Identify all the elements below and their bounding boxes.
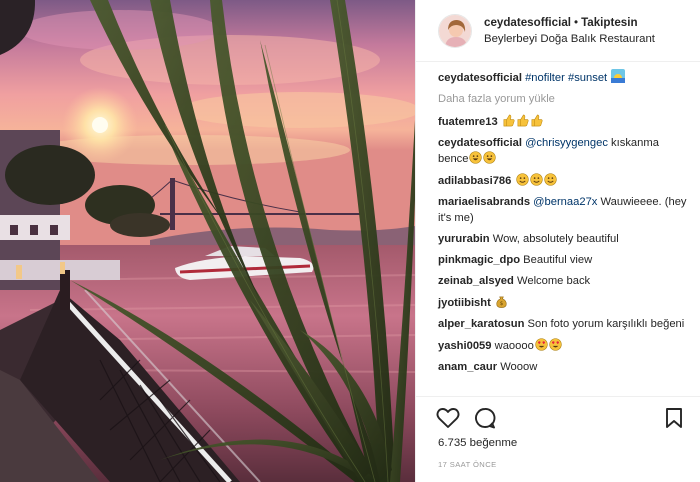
comment-text: Wooow <box>500 360 538 373</box>
grin-icon <box>469 151 483 164</box>
caption-hashtags[interactable]: #nofilter #sunset <box>525 72 607 84</box>
comment-item: alper_karatosun Son foto yorum karşılıkl… <box>438 317 690 333</box>
thumbs-up-icon <box>517 114 529 126</box>
comment-mention[interactable]: @chrisyygengec <box>525 137 608 149</box>
comment-text: Son foto yorum karşılıklı beğeni <box>527 317 685 330</box>
comment-item: zeinab_alsyed Welcome back <box>438 274 690 290</box>
comment-item: yururabin Wow, absolutely beautiful <box>438 232 690 248</box>
likes-count[interactable]: 6.735 beğenme <box>438 437 517 449</box>
follow-status[interactable]: Takiptesin <box>581 16 637 29</box>
post-side-panel: ceydatesofficial • Takiptesin Beylerbeyi D… <box>415 0 700 482</box>
post-location[interactable]: Beylerbeyi Doğa Balık Restaurant <box>484 31 655 48</box>
smile-icon <box>515 173 529 186</box>
heart-eyes-icon <box>535 337 548 351</box>
caption: ceydatesofficial #nofilter #sunset <box>438 69 690 87</box>
money-bag-icon: $ <box>496 296 507 308</box>
smile-icon <box>529 173 543 186</box>
author-username[interactable]: ceydatesofficial <box>484 16 571 29</box>
comment-username[interactable]: anam_caur <box>438 361 497 373</box>
comment-username[interactable]: fuatemre13 <box>438 116 498 128</box>
header-separator: • <box>574 15 579 29</box>
comment-icon[interactable] <box>474 407 496 429</box>
header-text: ceydatesofficial • Takiptesin Beylerbeyi D… <box>484 14 655 48</box>
comment-item: mariaelisabrands @bernaa27x Wauwieeee. (… <box>438 195 690 226</box>
comments-list: ceydatesofficial #nofilter #sunset Daha … <box>438 69 690 381</box>
comment-item: anam_caur Wooow <box>438 360 690 376</box>
load-more-comments[interactable]: Daha fazla yorum yükle <box>438 92 690 108</box>
comment-text: Wow, absolutely beautiful <box>492 232 619 245</box>
comment-text: waoooo <box>494 339 534 352</box>
comment-username[interactable]: pinkmagic_dpo <box>438 254 520 266</box>
thumbs-up-icon <box>531 114 543 126</box>
comment-item: jyotiibisht $ <box>438 295 690 312</box>
comment-username[interactable]: ceydatesofficial <box>438 137 522 149</box>
comment-item: ceydatesofficial @chrisyygengec kıskanma… <box>438 136 690 168</box>
sunset-icon <box>611 69 626 83</box>
post-actions: 6.735 beğenme 17 SAAT ÖNCE <box>416 396 700 482</box>
post-timestamp: 17 SAAT ÖNCE <box>438 460 497 469</box>
svg-text:$: $ <box>500 301 504 307</box>
post-header: ceydatesofficial • Takiptesin Beylerbeyi D… <box>416 0 700 62</box>
bookmark-icon[interactable] <box>665 407 683 429</box>
comment-text: Welcome back <box>516 274 591 287</box>
comment-username[interactable]: alper_karatosun <box>438 318 524 330</box>
thumbs-up-icon <box>503 114 515 126</box>
instagram-post-view: ceydatesofficial • Takiptesin Beylerbeyi D… <box>0 0 700 482</box>
comment-username[interactable]: zeinab_alsyed <box>438 275 514 287</box>
comment-username[interactable]: yashi0059 <box>438 340 492 352</box>
caption-username[interactable]: ceydatesofficial <box>438 72 522 84</box>
comment-username[interactable]: mariaelisabrands <box>438 196 530 208</box>
comment-item: yashi0059 waoooo <box>438 337 690 355</box>
heart-eyes-icon <box>549 337 562 351</box>
thumbs-up-icon <box>501 114 543 128</box>
comment-username[interactable]: jyotiibisht <box>438 297 491 309</box>
comment-item: pinkmagic_dpo Beautiful view <box>438 253 690 269</box>
sunset-photo-illustration <box>0 0 415 482</box>
post-photo[interactable] <box>0 0 415 482</box>
comment-username[interactable]: yururabin <box>438 233 490 245</box>
author-avatar[interactable] <box>438 13 472 48</box>
avatar-portrait-icon <box>439 14 471 47</box>
comment-text: Beautiful view <box>523 253 593 266</box>
comment-item: adilabbasi786 <box>438 173 690 190</box>
smile-icon <box>543 173 557 186</box>
comment-username[interactable]: adilabbasi786 <box>438 175 511 187</box>
grin-icon <box>483 151 497 164</box>
comment-item: fuatemre13 <box>438 114 690 131</box>
comment-mention[interactable]: @bernaa27x <box>533 196 597 208</box>
heart-icon[interactable] <box>436 407 460 429</box>
